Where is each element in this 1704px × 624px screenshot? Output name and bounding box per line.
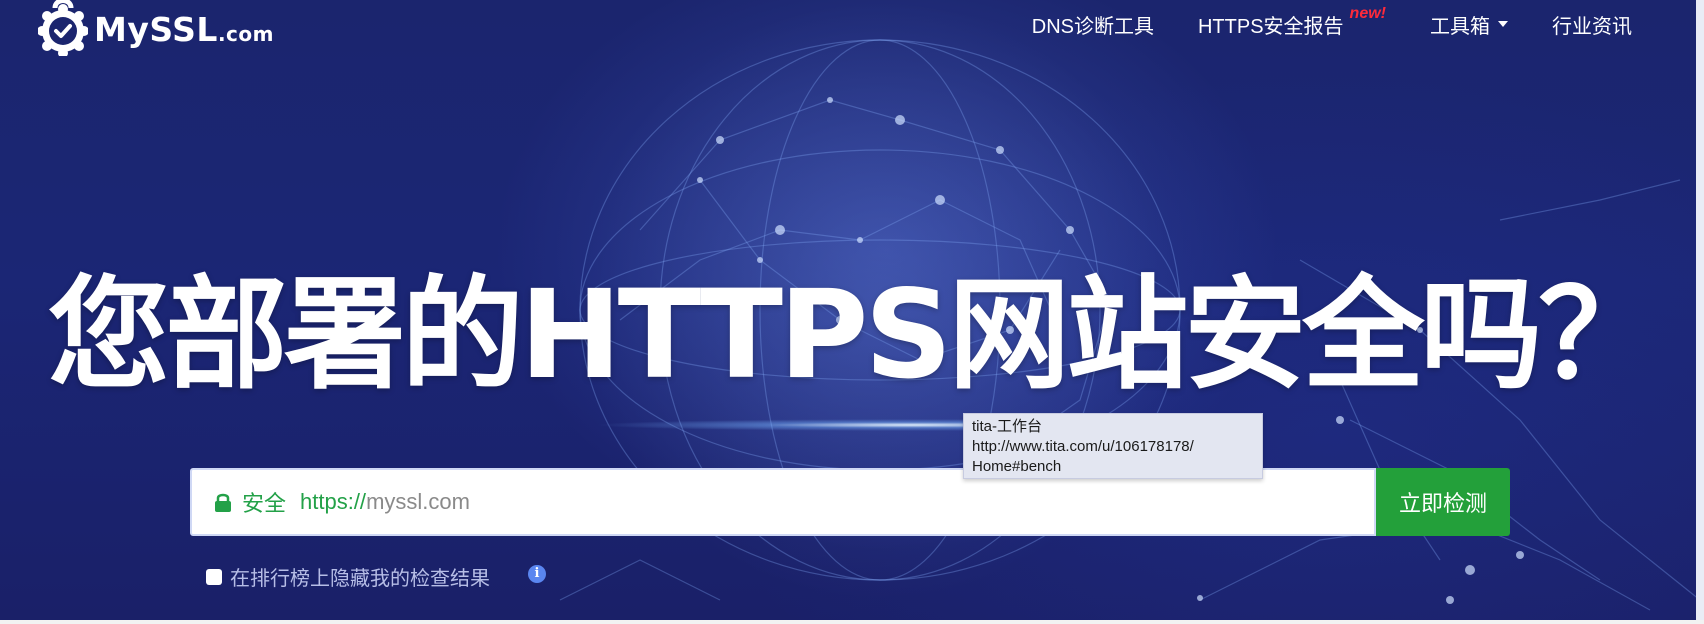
hide-result-label: 在排行榜上隐藏我的检查结果 xyxy=(230,568,490,590)
caret-down-icon xyxy=(1498,21,1508,27)
nav-toolbox-label: 工具箱 xyxy=(1430,15,1490,38)
tooltip-url-cont: Home#bench xyxy=(972,458,1062,475)
nav-toolbox[interactable]: 工具箱 xyxy=(1408,10,1530,39)
search-bar: 安全 https:// 立即检测 xyxy=(190,468,1510,536)
nav-dns-tool-label: DNS诊断工具 xyxy=(1031,15,1154,38)
nav-industry-news-label: 行业资讯 xyxy=(1552,15,1632,38)
new-badge: new! xyxy=(1349,5,1386,22)
nav-dns-tool[interactable]: DNS诊断工具 xyxy=(1010,10,1176,39)
secure-label: 安全 xyxy=(242,491,287,516)
hero-banner: MySSL.com DNS诊断工具 HTTPS安全报告 new! 工具箱 行业资… xyxy=(0,0,1704,624)
shield-check-icon xyxy=(37,0,89,58)
bottom-edge xyxy=(0,620,1704,624)
info-icon[interactable]: i xyxy=(528,565,546,583)
scheme-label: https:// xyxy=(300,489,367,514)
domain-input[interactable] xyxy=(366,489,1267,515)
top-nav: DNS诊断工具 HTTPS安全报告 new! 工具箱 行业资讯 xyxy=(1010,5,1654,40)
hide-result-checkbox[interactable] xyxy=(206,568,222,585)
nav-https-report[interactable]: HTTPS安全报告 new! xyxy=(1176,5,1408,39)
hero-headline: 您部署的HTTPS网站安全吗？ xyxy=(47,264,1661,406)
site-logo[interactable]: MySSL.com xyxy=(37,0,274,58)
nav-https-report-label: HTTPS安全报告 xyxy=(1197,15,1344,38)
glow-line xyxy=(120,418,1560,432)
lock-icon xyxy=(214,492,232,512)
link-tooltip: tita-工作台 http://www.tita.com/u/106178178… xyxy=(963,413,1263,479)
hide-result-option: 在排行榜上隐藏我的检查结果 xyxy=(206,562,490,591)
logo-text: MySSL.com xyxy=(94,9,274,49)
tooltip-title: tita-工作台 xyxy=(972,418,1043,435)
tooltip-url: http://www.tita.com/u/106178178/ xyxy=(972,438,1194,455)
check-now-button[interactable]: 立即检测 xyxy=(1376,468,1510,536)
right-edge xyxy=(1696,0,1704,624)
nav-industry-news[interactable]: 行业资讯 xyxy=(1530,10,1654,39)
